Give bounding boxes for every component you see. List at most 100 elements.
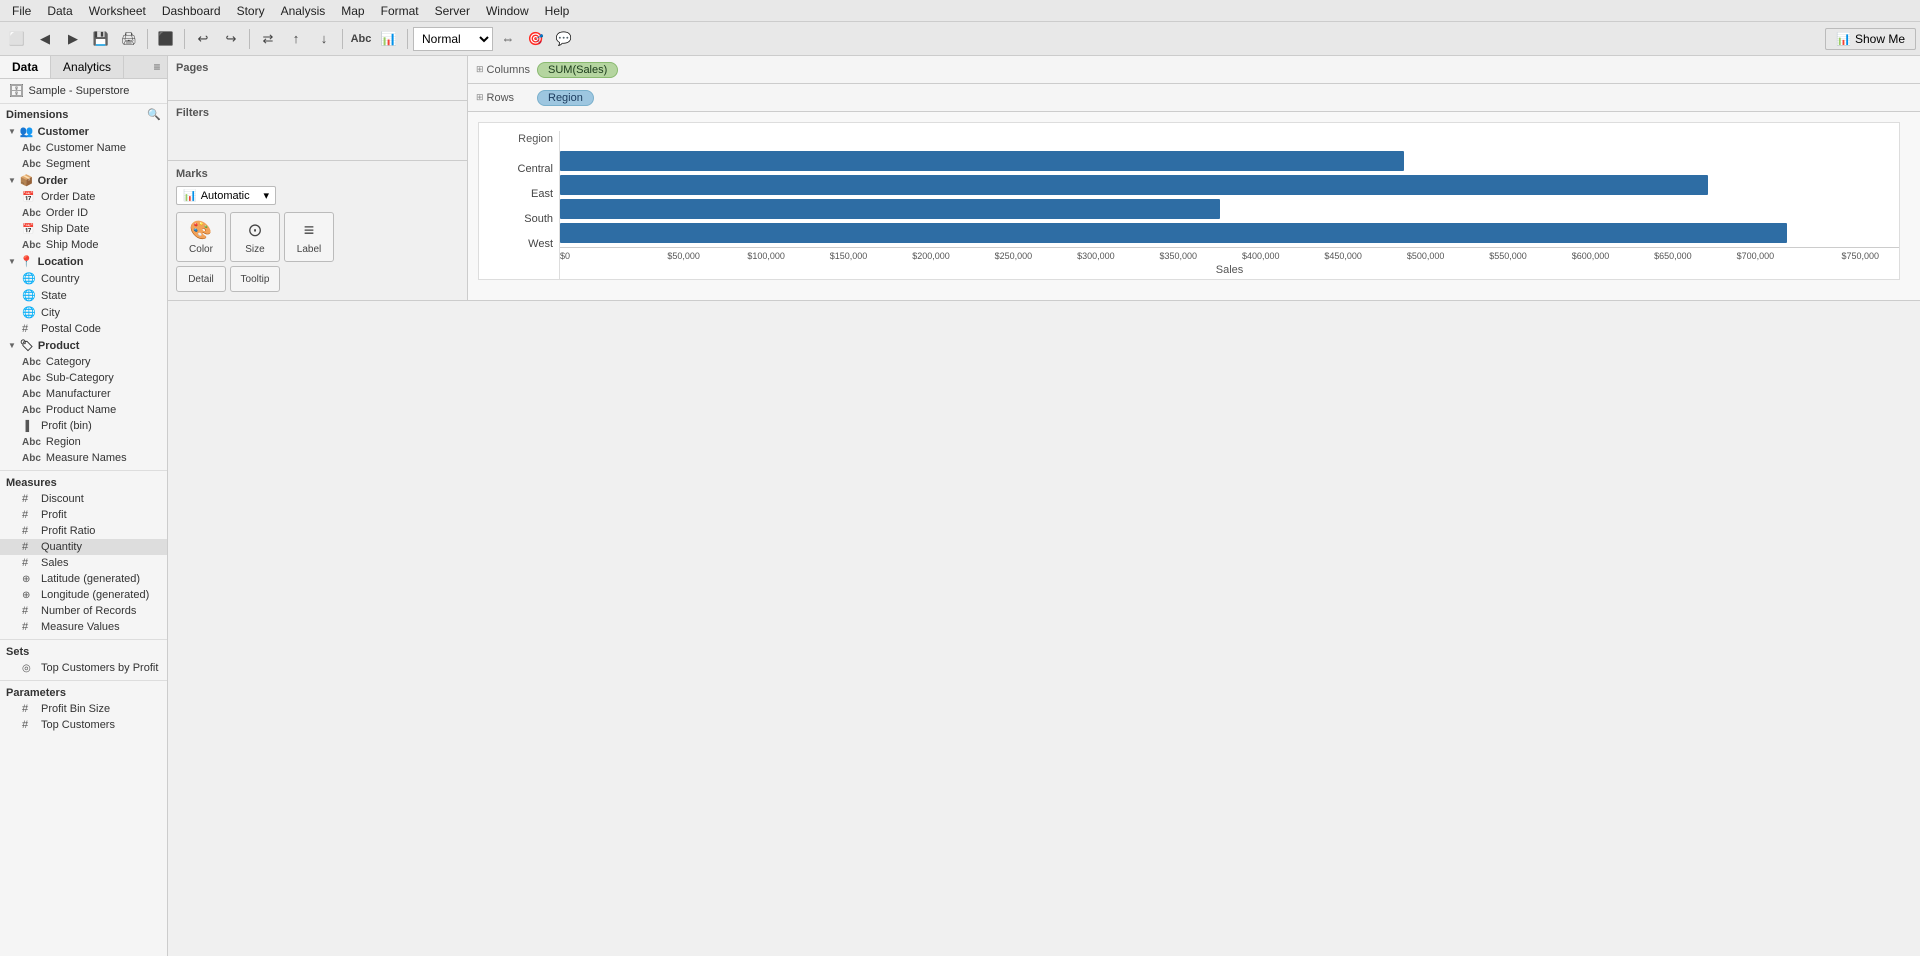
sub-category-label: Sub-Category [46, 372, 114, 384]
menu-dashboard[interactable]: Dashboard [154, 4, 229, 18]
menu-worksheet[interactable]: Worksheet [81, 4, 154, 18]
field-top-customers[interactable]: ◎ Top Customers by Profit [0, 660, 167, 676]
toolbar-chart-btn[interactable]: 📊 [376, 26, 402, 52]
bar-label-west: West [528, 238, 553, 250]
field-profit-ratio[interactable]: # Profit Ratio [0, 523, 167, 539]
customer-collapse-icon: ▼ [8, 127, 16, 136]
menu-story[interactable]: Story [229, 4, 273, 18]
rows-icon: ⊞ [476, 92, 484, 103]
location-group-header[interactable]: ▼ 📍 Location [0, 253, 167, 270]
menu-data[interactable]: Data [39, 4, 80, 18]
location-group-icon: 📍 [20, 255, 34, 268]
toolbar-target-btn[interactable]: 🎯 [523, 26, 549, 52]
product-group-header[interactable]: ▼ 🏷 Product [0, 337, 167, 354]
rows-pill[interactable]: Region [537, 90, 594, 106]
dimensions-search-icon[interactable]: 🔍 [147, 108, 161, 121]
x-tick-2: $100,000 [725, 251, 807, 261]
product-group-icon: 🏷 [20, 339, 34, 352]
field-manufacturer[interactable]: Abc Manufacturer [0, 386, 167, 402]
field-segment[interactable]: Abc Segment [0, 156, 167, 172]
field-product-name[interactable]: Abc Product Name [0, 402, 167, 418]
menu-map[interactable]: Map [333, 4, 372, 18]
field-order-id[interactable]: Abc Order ID [0, 205, 167, 221]
menu-analysis[interactable]: Analysis [273, 4, 334, 18]
hash-icon: # [22, 719, 36, 731]
pages-drop-zone[interactable] [176, 76, 459, 96]
field-number-of-records[interactable]: # Number of Records [0, 603, 167, 619]
field-measure-values[interactable]: # Measure Values [0, 619, 167, 635]
toolbar-print-btn[interactable]: 🖨 [116, 26, 142, 52]
field-quantity[interactable]: # Quantity [0, 539, 167, 555]
bar-icon: ▐ [22, 421, 36, 432]
field-latitude[interactable]: ⊕ Latitude (generated) [0, 571, 167, 587]
field-profit[interactable]: # Profit [0, 507, 167, 523]
toolbar-forward-btn[interactable]: ▶ [60, 26, 86, 52]
marks-type-row: 📊 Automatic ▾ [172, 183, 463, 208]
toolbar-fit-btn[interactable]: ⇔ [495, 26, 521, 52]
marks-type-dropdown[interactable]: Normal [413, 27, 493, 51]
field-country[interactable]: 🌐 Country [0, 270, 167, 287]
marks-tooltip-btn[interactable]: Tooltip [230, 266, 280, 292]
field-sub-category[interactable]: Abc Sub-Category [0, 370, 167, 386]
field-top-customers-param[interactable]: # Top Customers [0, 717, 167, 733]
toolbar-caption-btn[interactable]: 💬 [551, 26, 577, 52]
toolbar-copy-btn[interactable]: ⬛ [153, 26, 179, 52]
show-me-button[interactable]: 📊 Show Me [1825, 28, 1916, 50]
field-ship-mode[interactable]: Abc Ship Mode [0, 237, 167, 253]
marks-size-btn[interactable]: ⊙ Size [230, 212, 280, 262]
field-profit-bin-size[interactable]: # Profit Bin Size [0, 701, 167, 717]
field-order-date[interactable]: 📅 Order Date [0, 189, 167, 205]
marks-detail-btn[interactable]: Detail [176, 266, 226, 292]
field-longitude[interactable]: ⊕ Longitude (generated) [0, 587, 167, 603]
pages-section: Pages [168, 56, 467, 101]
field-profit-bin[interactable]: ▐ Profit (bin) [0, 418, 167, 434]
datasource-name[interactable]: 🗄 Sample - Superstore [0, 79, 167, 104]
menu-format[interactable]: Format [373, 4, 427, 18]
bar-fill-south [560, 199, 1220, 219]
menu-file[interactable]: File [4, 4, 39, 18]
toolbar-save-btn[interactable]: 💾 [88, 26, 114, 52]
globe-icon: ⊕ [22, 574, 36, 585]
x-tick-11: $550,000 [1467, 251, 1549, 261]
field-state[interactable]: 🌐 State [0, 287, 167, 304]
field-discount[interactable]: # Discount [0, 491, 167, 507]
toolbar-new-btn[interactable]: ⬜ [4, 26, 30, 52]
field-city[interactable]: 🌐 City [0, 304, 167, 321]
field-postal-code[interactable]: # Postal Code [0, 321, 167, 337]
order-group-header[interactable]: ▼ 📦 Order [0, 172, 167, 189]
tab-analytics[interactable]: Analytics [51, 56, 124, 78]
filters-drop-zone[interactable] [176, 121, 459, 141]
toolbar-sort-desc-btn[interactable]: ↓ [311, 26, 337, 52]
profit-label: Profit [41, 509, 67, 521]
bar-south [560, 199, 1879, 219]
field-sales[interactable]: # Sales [0, 555, 167, 571]
field-measure-names[interactable]: Abc Measure Names [0, 450, 167, 466]
marks-type-dropdown[interactable]: 📊 Automatic ▾ [176, 186, 276, 205]
marks-label-btn[interactable]: ≡ Label [284, 212, 334, 262]
latitude-label: Latitude (generated) [41, 573, 140, 585]
columns-pill[interactable]: SUM(Sales) [537, 62, 618, 78]
toolbar-sep4 [342, 29, 343, 49]
field-region[interactable]: Abc Region [0, 434, 167, 450]
menu-window[interactable]: Window [478, 4, 537, 18]
marks-color-btn[interactable]: 🎨 Color [176, 212, 226, 262]
customer-group-header[interactable]: ▼ 👥 Customer [0, 123, 167, 140]
toolbar-swap-btn[interactable]: ⇄ [255, 26, 281, 52]
tab-data[interactable]: Data [0, 56, 51, 78]
field-ship-date[interactable]: 📅 Ship Date [0, 221, 167, 237]
hash-icon: # [22, 557, 36, 569]
globe-icon: 🌐 [22, 306, 36, 319]
toolbar-undo-btn[interactable]: ↩ [190, 26, 216, 52]
circle-icon: ◎ [22, 663, 36, 674]
toolbar-back-btn[interactable]: ◀ [32, 26, 58, 52]
toolbar-redo-btn[interactable]: ↪ [218, 26, 244, 52]
field-customer-name[interactable]: Abc Customer Name [0, 140, 167, 156]
hash-icon: # [22, 525, 36, 537]
menu-help[interactable]: Help [537, 4, 578, 18]
profit-ratio-label: Profit Ratio [41, 525, 95, 537]
panel-settings-icon[interactable]: ≡ [151, 59, 167, 75]
toolbar-abc-btn[interactable]: Abc [348, 26, 374, 52]
menu-server[interactable]: Server [427, 4, 478, 18]
field-category[interactable]: Abc Category [0, 354, 167, 370]
toolbar-sort-asc-btn[interactable]: ↑ [283, 26, 309, 52]
